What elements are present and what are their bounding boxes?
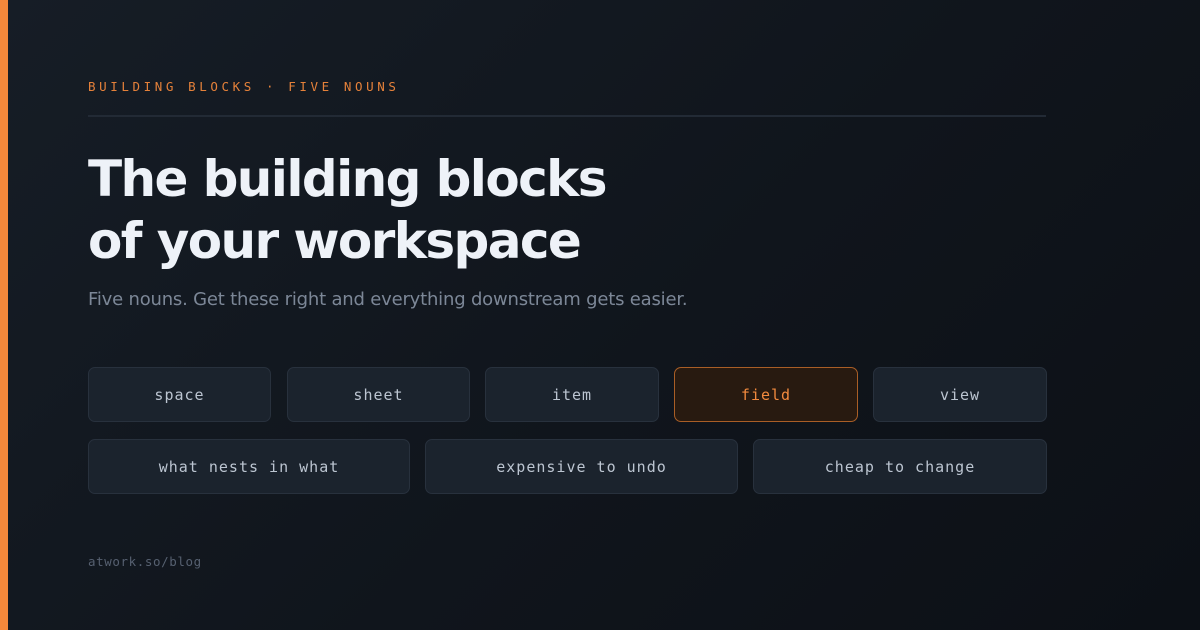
title-line-1: The building blocks [88, 150, 608, 208]
noun-chip-item: item [485, 367, 659, 422]
title-line-2: of your workspace [88, 212, 582, 270]
page-title: The building blocks of your workspace [88, 148, 608, 272]
noun-chip-sheet: sheet [287, 367, 470, 422]
divider [88, 115, 1046, 117]
principle-chip-nesting: what nests in what [88, 439, 410, 494]
noun-chip-view: view [873, 367, 1047, 422]
subtitle: Five nouns. Get these right and everythi… [88, 289, 688, 310]
noun-chip-field: field [674, 367, 858, 422]
principle-chip-expensive: expensive to undo [425, 439, 738, 494]
eyebrow-label: BUILDING BLOCKS · FIVE NOUNS [88, 79, 400, 94]
footer-url: atwork.so/blog [88, 554, 202, 569]
noun-chip-space: space [88, 367, 271, 422]
principle-chip-cheap: cheap to change [753, 439, 1047, 494]
accent-bar [0, 0, 8, 630]
